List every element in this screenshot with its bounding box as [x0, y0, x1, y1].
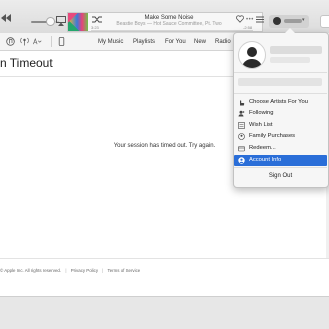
menu-wish-list[interactable]: Wish List [234, 120, 327, 131]
account-avatar [238, 41, 266, 69]
shuffle-icon[interactable] [92, 16, 102, 23]
menu-divider [234, 167, 327, 168]
search-input[interactable] [320, 15, 329, 28]
account-name-redacted [270, 46, 322, 54]
store-footer: © Apple Inc. All rights reserved. | Priv… [0, 268, 143, 273]
list-icon [238, 122, 245, 129]
playback-progress[interactable] [91, 30, 253, 31]
menu-divider [234, 93, 327, 94]
account-avatar-icon [273, 17, 281, 25]
nav-divider [51, 36, 52, 47]
menu-account-info[interactable]: Account Info [234, 155, 327, 166]
page-title: n Timeout [0, 56, 53, 70]
footer-divider [0, 258, 329, 259]
remaining-time: -2:58 [243, 25, 253, 30]
menu-item-label: Redeem... [249, 145, 276, 151]
footer-separator: | [65, 268, 67, 273]
footer-separator: | [102, 268, 104, 273]
music-note-icon[interactable] [6, 37, 15, 46]
tab-my-music[interactable]: My Music [98, 39, 123, 45]
account-email-redacted [270, 57, 310, 63]
account-name-redacted [284, 19, 302, 23]
album-artwork[interactable] [68, 13, 88, 31]
hand-point-icon [240, 100, 245, 106]
menu-choose-artists[interactable]: Choose Artists For You [234, 97, 327, 108]
menu-item-label: Family Purchases [249, 133, 296, 139]
previous-track-icon[interactable] [1, 14, 11, 22]
menu-item-label: Wish List [249, 122, 273, 128]
love-heart-icon[interactable] [236, 15, 244, 23]
chevron-down-icon: ▾ [302, 17, 305, 23]
menu-redeem[interactable]: Redeem... [234, 143, 327, 154]
airplay-icon[interactable] [56, 16, 66, 26]
menu-divider [234, 72, 327, 73]
account-menu-caret [285, 28, 295, 33]
menu-following[interactable]: Following [234, 108, 327, 119]
menu-item-label: Account Info [249, 157, 282, 163]
gift-card-icon [238, 146, 245, 152]
family-icon [238, 133, 245, 140]
volume-knob[interactable] [46, 17, 55, 26]
person-silhouette-icon [242, 47, 262, 68]
person-circle-icon [238, 157, 245, 164]
menu-item-label: Following [249, 110, 274, 116]
phone-device-icon[interactable] [57, 37, 66, 46]
account-balance-redacted [238, 78, 322, 86]
terms-of-service-link[interactable]: Terms of Service [108, 268, 141, 273]
tab-new[interactable]: New [194, 39, 206, 45]
track-artist-album: Beastie Boys — Hot Sauce Committee, Pt. … [116, 21, 222, 27]
tab-for-you[interactable]: For You [165, 39, 186, 45]
sign-out-button[interactable]: Sign Out [234, 173, 327, 179]
privacy-policy-link[interactable]: Privacy Policy [71, 268, 98, 273]
radio-broadcast-icon[interactable] [20, 37, 29, 46]
copyright-text: © Apple Inc. All rights reserved. [0, 268, 62, 273]
a-chevron-icon[interactable] [33, 37, 42, 46]
menu-item-label: Choose Artists For You [249, 99, 308, 105]
more-options-icon[interactable]: ••• [246, 17, 254, 23]
tab-radio[interactable]: Radio [215, 39, 231, 45]
person-add-icon [238, 110, 245, 117]
menu-family-purchases[interactable]: Family Purchases [234, 131, 327, 142]
up-next-list-icon[interactable] [256, 16, 264, 23]
tab-playlists[interactable]: Playlists [133, 39, 155, 45]
